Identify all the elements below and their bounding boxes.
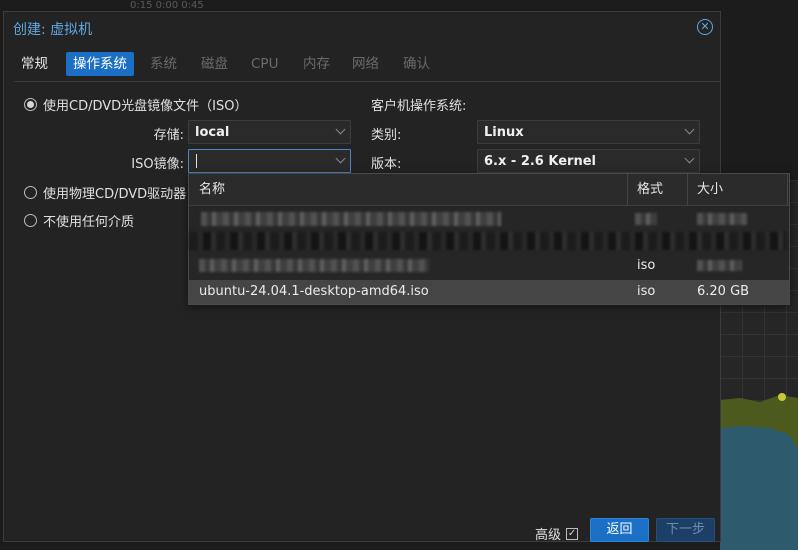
radio-unchecked-icon bbox=[24, 186, 37, 199]
redacted-size bbox=[697, 213, 747, 225]
tab-divider bbox=[14, 81, 720, 82]
redacted-row bbox=[189, 232, 787, 250]
iso-image-label: ISO镜像: bbox=[131, 157, 184, 172]
close-icon[interactable]: ✕ bbox=[697, 19, 713, 35]
tab-confirm[interactable]: 确认 bbox=[396, 52, 437, 76]
text-cursor bbox=[196, 154, 197, 168]
row-format: iso bbox=[637, 284, 656, 299]
row-size: 6.20 GB bbox=[697, 284, 750, 299]
chevron-down-icon[interactable] bbox=[684, 153, 695, 164]
tab-os[interactable]: 操作系统 bbox=[66, 52, 134, 76]
column-divider bbox=[787, 174, 788, 205]
dialog-title: 创建: 虚拟机 bbox=[13, 22, 93, 38]
chevron-down-icon[interactable] bbox=[335, 153, 346, 164]
row-format: iso bbox=[637, 258, 656, 273]
table-row[interactable] bbox=[189, 208, 789, 232]
radio-no-media[interactable]: 不使用任何介质 bbox=[24, 211, 134, 230]
tab-memory[interactable]: 内存 bbox=[296, 52, 337, 76]
redacted-name bbox=[201, 212, 501, 226]
tab-general[interactable]: 常规 bbox=[14, 52, 55, 76]
chevron-down-icon[interactable] bbox=[335, 124, 346, 135]
tab-disks[interactable]: 磁盘 bbox=[194, 52, 235, 76]
iso-image-select[interactable] bbox=[188, 149, 351, 173]
column-header-name[interactable]: 名称 bbox=[189, 174, 627, 205]
redacted-format bbox=[635, 213, 657, 225]
chevron-down-icon[interactable] bbox=[684, 124, 695, 135]
column-header-format[interactable]: 格式 bbox=[627, 174, 687, 205]
redacted-size bbox=[697, 260, 742, 271]
next-button[interactable]: 下一步 bbox=[656, 518, 715, 542]
os-type-select[interactable]: Linux bbox=[477, 120, 700, 144]
storage-label: 存储: bbox=[153, 128, 184, 143]
checkbox-checked-icon[interactable]: ✓ bbox=[566, 527, 579, 540]
storage-select[interactable]: local bbox=[188, 120, 351, 144]
radio-checked-icon bbox=[24, 98, 37, 111]
storage-value: local bbox=[195, 125, 230, 140]
radio-unchecked-icon bbox=[24, 214, 37, 227]
row-name: ubuntu-24.04.1-desktop-amd64.iso bbox=[199, 284, 429, 299]
guest-os-heading: 客户机操作系统: bbox=[371, 99, 467, 114]
os-version-label: 版本: bbox=[371, 157, 402, 172]
background-usage-chart bbox=[720, 393, 798, 550]
advanced-toggle[interactable]: 高级 ✓ bbox=[535, 524, 579, 543]
radio-use-iso[interactable]: 使用CD/DVD光盘镜像文件（ISO） bbox=[24, 95, 247, 114]
tab-network[interactable]: 网络 bbox=[345, 52, 386, 76]
os-version-value: 6.x - 2.6 Kernel bbox=[484, 154, 596, 169]
radio-physical-drive[interactable]: 使用物理CD/DVD驱动器 bbox=[24, 183, 186, 202]
column-header-size[interactable]: 大小 bbox=[687, 174, 787, 205]
advanced-label: 高级 bbox=[535, 528, 562, 543]
radio-use-iso-label: 使用CD/DVD光盘镜像文件（ISO） bbox=[43, 99, 248, 114]
tab-system[interactable]: 系统 bbox=[143, 52, 184, 76]
background-time-labels: 0:15 0:00 0:45 bbox=[130, 0, 204, 11]
iso-picker-dropdown: 名称 格式 大小 iso ubuntu-24.04.1-desktop-amd6… bbox=[188, 173, 790, 305]
radio-no-media-label: 不使用任何介质 bbox=[43, 215, 135, 230]
os-version-select[interactable]: 6.x - 2.6 Kernel bbox=[477, 149, 700, 173]
os-type-label: 类别: bbox=[371, 128, 402, 143]
radio-physical-drive-label: 使用物理CD/DVD驱动器 bbox=[43, 187, 187, 202]
iso-picker-header: 名称 格式 大小 bbox=[189, 174, 789, 206]
back-button[interactable]: 返回 bbox=[590, 518, 649, 542]
tab-cpu[interactable]: CPU bbox=[244, 52, 285, 76]
os-type-value: Linux bbox=[484, 125, 524, 140]
redacted-name bbox=[199, 259, 429, 272]
table-row-selected[interactable]: ubuntu-24.04.1-desktop-amd64.iso iso 6.2… bbox=[189, 280, 789, 304]
table-row[interactable]: iso bbox=[189, 254, 789, 278]
table-row[interactable] bbox=[189, 230, 789, 254]
